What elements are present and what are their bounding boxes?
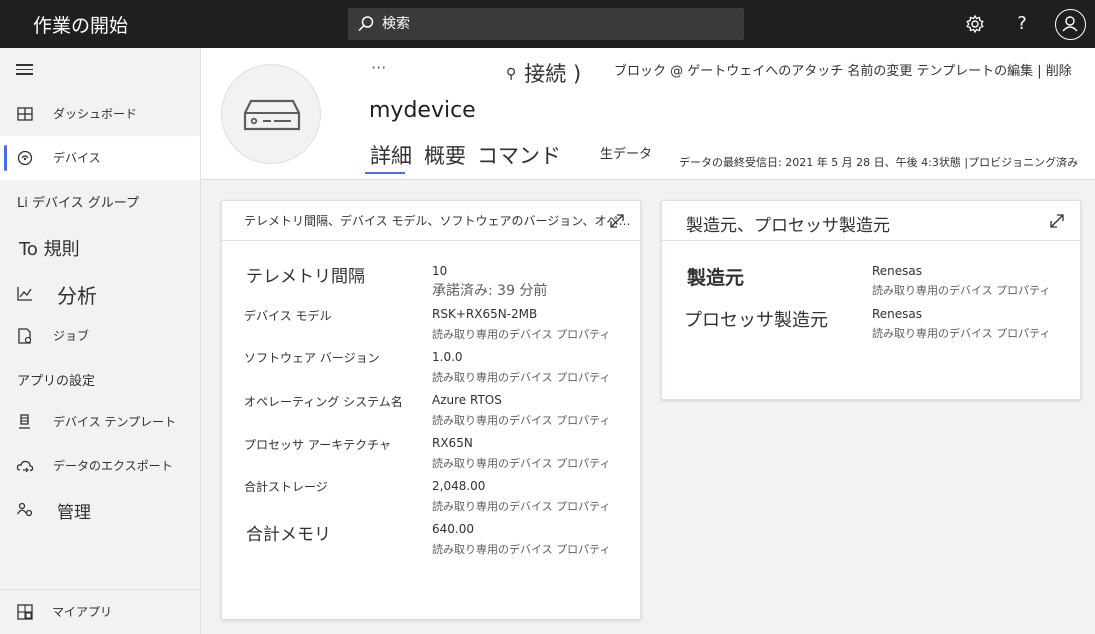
sidebar-item-analytics[interactable]: 分析 [0, 272, 200, 316]
sidebar-item-device-groups[interactable]: Li デバイス グループ [17, 192, 139, 211]
prop-software-version-value: 1.0.0 [432, 350, 463, 364]
analytics-icon [17, 287, 32, 301]
sidebar-item-dashboard[interactable]: ダッシュボード [0, 92, 200, 136]
properties-card: テレメトリ間隔、デバイス モデル、ソフトウェアのバージョン、オペ… テレメトリ間… [221, 200, 641, 620]
user-icon[interactable] [1055, 9, 1086, 40]
tab-details[interactable]: 詳細 [370, 140, 412, 170]
section-app-settings: アプリの設定 [17, 374, 96, 389]
prop-telemetry-interval-value: 10 [432, 264, 448, 278]
prop-total-memory-label: 合計メモリ [246, 525, 331, 545]
prop-total-storage-sub: 読み取り専用のデバイス プロパティ [432, 500, 611, 513]
prop-processor-arch-label: プロセッサ アーキテクチャ [244, 438, 391, 452]
manufacturer-card: 製造元、プロセッサ製造元 製造元 Renesas 読み取り専用のデバイス プロパ… [661, 200, 1081, 400]
prop-manufacturer-sub: 読み取り専用のデバイス プロパティ [872, 284, 1051, 297]
tab-commands[interactable]: コマンド [477, 140, 561, 170]
devices-icon [17, 150, 33, 166]
hamburger-menu-icon[interactable] [16, 64, 33, 76]
sidebar-item-data-export[interactable]: データのエクスポート [0, 444, 200, 488]
sidebar-item-rules[interactable]: To 規則 [19, 235, 80, 261]
prop-software-version-sub: 読み取り専用のデバイス プロパティ [432, 371, 611, 384]
prop-manufacturer-value: Renesas [872, 264, 923, 278]
prop-total-memory-value: 640.00 [432, 522, 474, 536]
sidebar-item-label: マイアプリ [52, 605, 113, 619]
admin-icon [16, 502, 33, 517]
prop-processor-arch-value: RX65N [432, 436, 473, 450]
jobs-icon [18, 328, 32, 344]
prop-manufacturer-label: 製造元 [687, 267, 745, 289]
last-data-status: データの最終受信日: 2021 年 5 月 28 日、午後 4:3状態 |プロビ… [679, 156, 1079, 169]
card-header: 製造元、プロセッサ製造元 [662, 201, 1080, 241]
command-bar[interactable]: ブロック @ ゲートウェイへのアタッチ 名前の変更 テンプレートの編集 | 削除 [614, 60, 1072, 79]
cloud-export-icon [16, 460, 34, 473]
app-title[interactable]: 作業の開始 [33, 11, 128, 38]
device-icon [243, 99, 301, 131]
prop-processor-manufacturer-value: Renesas [872, 307, 923, 321]
sidebar-item-label: ジョブ [53, 329, 90, 343]
prop-total-storage-value: 2,048.00 [432, 479, 486, 493]
prop-telemetry-interval-label: テレメトリ間隔 [246, 267, 365, 287]
device-header: ··· ⚲ 接続 ) ブロック @ ゲートウェイへのアタッチ 名前の変更 テンプレ… [201, 48, 1095, 180]
expand-icon[interactable] [608, 212, 626, 230]
sidebar-item-label: デバイス テンプレート [53, 415, 177, 429]
sidebar: ダッシュボード デバイス Li デバイス グループ To 規則 分析 ジョブ ア… [0, 48, 201, 634]
prop-processor-manufacturer-sub: 読み取り専用のデバイス プロパティ [872, 327, 1051, 340]
prop-processor-arch-sub: 読み取り専用のデバイス プロパティ [432, 457, 611, 470]
prop-total-memory-sub: 読み取り専用のデバイス プロパティ [432, 543, 611, 556]
gear-icon[interactable] [963, 12, 987, 36]
connect-label: 接続 ) [524, 62, 582, 86]
prop-device-model-value: RSK+RX65N-2MB [432, 307, 538, 321]
search-box[interactable] [348, 8, 744, 40]
prop-device-model-sub: 読み取り専用のデバイス プロパティ [432, 328, 611, 341]
active-tab-indicator [365, 172, 405, 174]
tab-overview[interactable]: 概要 [424, 140, 466, 170]
prop-telemetry-interval-status: 承諾済み: 39 分前 [432, 283, 548, 299]
prop-device-model-label: デバイス モデル [244, 309, 332, 323]
more-options-button[interactable]: ··· [371, 58, 386, 77]
device-name: mydevice [369, 98, 476, 123]
sidebar-item-device-templates[interactable]: デバイス テンプレート [0, 400, 200, 444]
sidebar-item-label: ダッシュボード [53, 107, 138, 121]
tab-raw-data[interactable]: 生データ [600, 143, 652, 162]
sidebar-item-jobs[interactable]: ジョブ [0, 314, 200, 358]
help-icon[interactable]: ? [1010, 12, 1034, 36]
connect-button[interactable]: ⚲ 接続 ) [506, 58, 581, 88]
prop-software-version-label: ソフトウェア バージョン [244, 351, 380, 365]
device-template-icon [19, 414, 30, 429]
prop-processor-manufacturer-label: プロセッサ製造元 [684, 310, 828, 331]
search-icon [358, 16, 374, 32]
my-apps-icon [17, 604, 33, 620]
sidebar-item-my-apps[interactable]: マイアプリ [0, 589, 200, 634]
dashboard-icon [17, 107, 33, 121]
sidebar-item-label: 管理 [57, 503, 91, 523]
prop-os-name-value: Azure RTOS [432, 393, 502, 407]
sidebar-item-label: データのエクスポート [53, 459, 173, 473]
sidebar-item-devices[interactable]: デバイス [0, 136, 200, 180]
card-title: テレメトリ間隔、デバイス モデル、ソフトウェアのバージョン、オペ… [244, 214, 631, 228]
prop-os-name-label: オペレーティング システム名 [244, 395, 403, 409]
device-avatar [221, 64, 321, 164]
pin-icon: ⚲ [506, 66, 517, 82]
card-title: 製造元、プロセッサ製造元 [686, 216, 890, 236]
sidebar-item-label: デバイス [53, 151, 101, 165]
sidebar-item-label: 分析 [57, 284, 97, 308]
top-bar: 作業の開始 ? [0, 0, 1095, 48]
prop-os-name-sub: 読み取り専用のデバイス プロパティ [432, 414, 611, 427]
card-header: テレメトリ間隔、デバイス モデル、ソフトウェアのバージョン、オペ… [222, 201, 640, 241]
sidebar-item-administration[interactable]: 管理 [0, 488, 200, 532]
expand-icon[interactable] [1048, 212, 1066, 230]
prop-total-storage-label: 合計ストレージ [244, 480, 328, 494]
search-input[interactable] [382, 12, 732, 36]
